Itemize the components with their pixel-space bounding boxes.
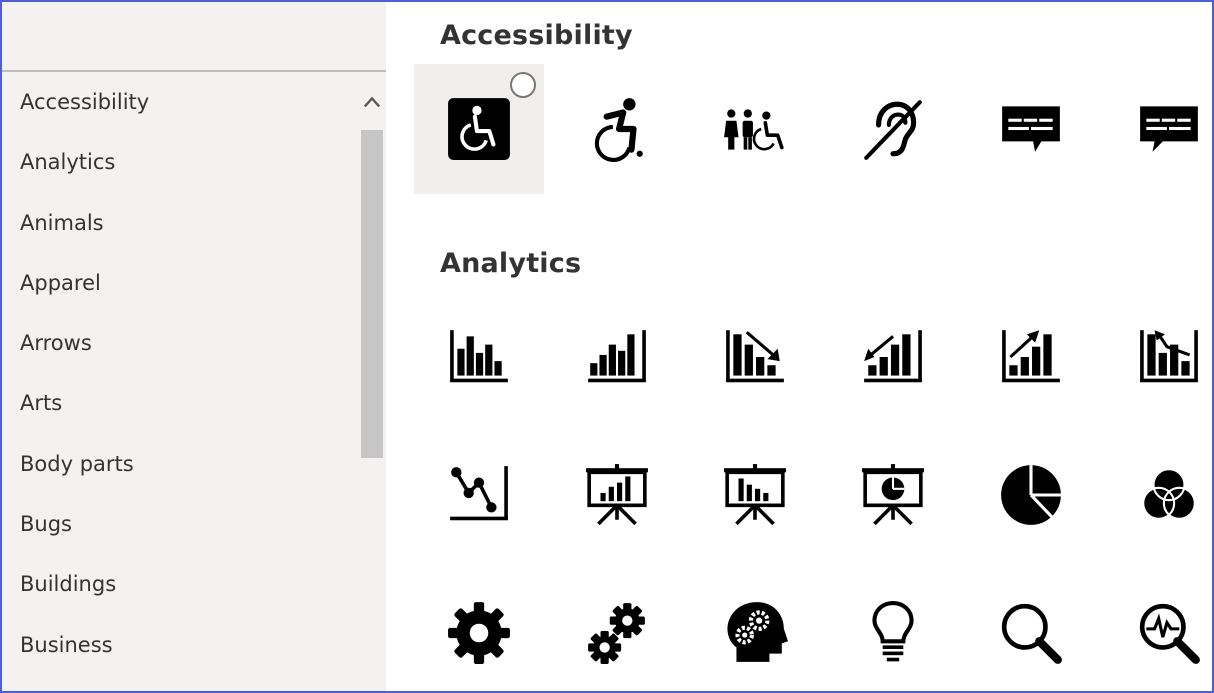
lightbulb-icon xyxy=(872,601,914,662)
category-item-arrows[interactable]: Arrows xyxy=(2,313,358,373)
icon-tile-closed-caption-alt[interactable] xyxy=(1104,64,1212,194)
category-item-body-parts[interactable]: Body parts xyxy=(2,434,358,494)
pie-chart-icon xyxy=(1001,465,1061,525)
category-item-bugs[interactable]: Bugs xyxy=(2,494,358,554)
presentation-bar-chart-alt-icon xyxy=(724,464,786,526)
icon-tile-active-wheelchair[interactable] xyxy=(552,64,682,194)
icon-gallery: Accessibility Analytics xyxy=(386,2,1212,691)
category-item-accessibility[interactable]: Accessibility xyxy=(2,72,358,132)
icon-tile-bar-chart-up-arrow-left[interactable] xyxy=(828,292,958,422)
section-title-analytics: Analytics xyxy=(440,248,582,279)
category-item-business[interactable]: Business xyxy=(2,615,358,675)
bar-chart-up-arrow-icon xyxy=(1002,330,1060,383)
category-sidebar: Accessibility Analytics Animals Apparel … xyxy=(2,2,386,691)
icon-tile-gears[interactable] xyxy=(552,568,682,691)
icon-tile-gear[interactable] xyxy=(414,568,544,691)
category-item-animals[interactable]: Animals xyxy=(2,193,358,253)
bar-chart-up-down-arrow-icon xyxy=(1140,330,1198,383)
presentation-bar-chart-icon xyxy=(586,464,648,526)
icon-tile-venn-diagram[interactable] xyxy=(1104,430,1212,560)
sidebar-header xyxy=(2,2,386,72)
closed-caption-alt-icon xyxy=(1140,106,1198,152)
icon-tile-head-gears[interactable] xyxy=(690,568,820,691)
icon-tile-line-chart[interactable] xyxy=(414,430,544,560)
icon-tile-magnifier-pulse[interactable] xyxy=(1104,568,1212,691)
section-title-accessibility: Accessibility xyxy=(440,20,633,51)
line-chart-icon xyxy=(450,466,508,521)
icon-tile-closed-caption[interactable] xyxy=(966,64,1096,194)
icon-tile-presentation-bar-chart-alt[interactable] xyxy=(690,430,820,560)
category-item-apparel[interactable]: Apparel xyxy=(2,253,358,313)
presentation-pie-chart-icon xyxy=(862,464,924,526)
gear-icon xyxy=(448,602,510,664)
venn-diagram-icon xyxy=(1142,468,1196,520)
magnifier-pulse-icon xyxy=(1139,603,1200,664)
icon-tile-bar-chart-down-arrow[interactable] xyxy=(690,292,820,422)
category-item-analytics[interactable]: Analytics xyxy=(2,132,358,192)
icon-tile-bar-chart-up-arrow[interactable] xyxy=(966,292,1096,422)
sidebar-scrollbar[interactable] xyxy=(359,78,385,691)
select-checkbox[interactable] xyxy=(510,72,536,98)
chevron-up-icon xyxy=(363,96,381,108)
closed-caption-icon xyxy=(1002,106,1060,152)
bar-chart-up-arrow-left-icon xyxy=(864,330,922,383)
icon-tile-hearing-impaired[interactable] xyxy=(828,64,958,194)
icon-tile-pie-chart[interactable] xyxy=(966,430,1096,560)
bar-chart-icon xyxy=(450,330,508,383)
active-wheelchair-icon xyxy=(594,98,643,162)
hearing-impaired-icon xyxy=(864,100,922,160)
icon-tile-family-wheelchair[interactable] xyxy=(690,64,820,194)
scroll-up-button[interactable] xyxy=(363,94,381,110)
scroll-thumb[interactable] xyxy=(361,130,383,458)
icon-tile-wheelchair-sign[interactable] xyxy=(414,64,544,194)
icon-tile-lightbulb[interactable] xyxy=(828,568,958,691)
icon-tile-presentation-bar-chart[interactable] xyxy=(552,430,682,560)
head-gears-icon xyxy=(727,602,788,662)
category-item-buildings[interactable]: Buildings xyxy=(2,554,358,614)
icon-tile-bar-chart-up-down-arrow[interactable] xyxy=(1104,292,1212,422)
icon-tile-presentation-pie-chart[interactable] xyxy=(828,430,958,560)
bar-chart-down-arrow-icon xyxy=(726,330,784,383)
icon-tile-bar-chart-rising[interactable] xyxy=(552,292,682,422)
icon-picker-window: Accessibility Analytics Animals Apparel … xyxy=(0,0,1214,693)
family-wheelchair-icon xyxy=(724,109,784,151)
wheelchair-sign-icon xyxy=(448,98,510,160)
icon-tile-magnifying-glass[interactable] xyxy=(966,568,1096,691)
category-list: Accessibility Analytics Animals Apparel … xyxy=(2,72,358,675)
bar-chart-rising-icon xyxy=(588,330,646,383)
magnifying-glass-icon xyxy=(1001,603,1062,664)
icon-tile-bar-chart[interactable] xyxy=(414,292,544,422)
category-item-arts[interactable]: Arts xyxy=(2,373,358,433)
gears-icon xyxy=(588,603,645,664)
